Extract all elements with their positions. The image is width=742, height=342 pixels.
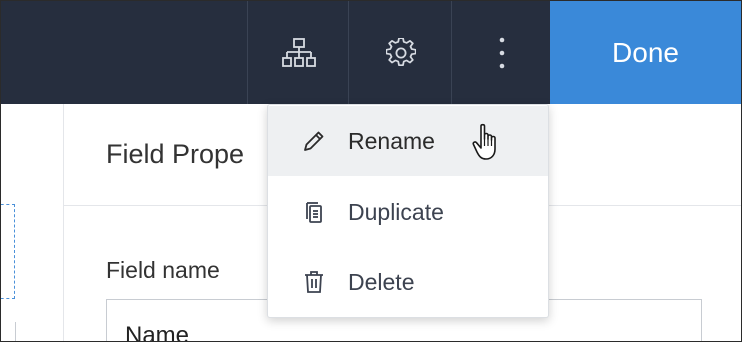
properties-title: Field Prope — [106, 139, 245, 169]
done-button[interactable]: Done — [550, 1, 741, 104]
field-name-label: Field name — [106, 257, 220, 283]
menu-item-delete[interactable]: Delete — [268, 247, 548, 317]
trash-icon — [305, 271, 323, 293]
hand-pointer-cursor-icon — [472, 123, 496, 160]
more-options-menu: Rename Duplicate Delete — [267, 104, 549, 318]
menu-item-label: Delete — [348, 268, 415, 295]
menu-item-rename[interactable]: Rename — [268, 106, 548, 176]
hierarchy-icon — [281, 37, 316, 67]
settings-button[interactable] — [348, 1, 452, 104]
menu-item-duplicate[interactable]: Duplicate — [268, 177, 548, 247]
duplicate-icon — [306, 202, 322, 223]
top-toolbar: Done — [1, 1, 741, 104]
menu-item-label: Rename — [348, 127, 435, 154]
hierarchy-button[interactable] — [247, 1, 349, 104]
menu-item-label: Duplicate — [348, 198, 444, 225]
canvas-pane — [1, 104, 64, 341]
app-frame: Done Field Prope Field name Name Rename — [0, 0, 742, 342]
more-options-button[interactable] — [451, 1, 551, 104]
selected-field-outline[interactable] — [1, 204, 15, 299]
canvas-field-edge — [1, 322, 16, 341]
more-vertical-icon — [499, 37, 504, 68]
pencil-icon — [304, 131, 324, 151]
gear-icon — [385, 37, 416, 66]
